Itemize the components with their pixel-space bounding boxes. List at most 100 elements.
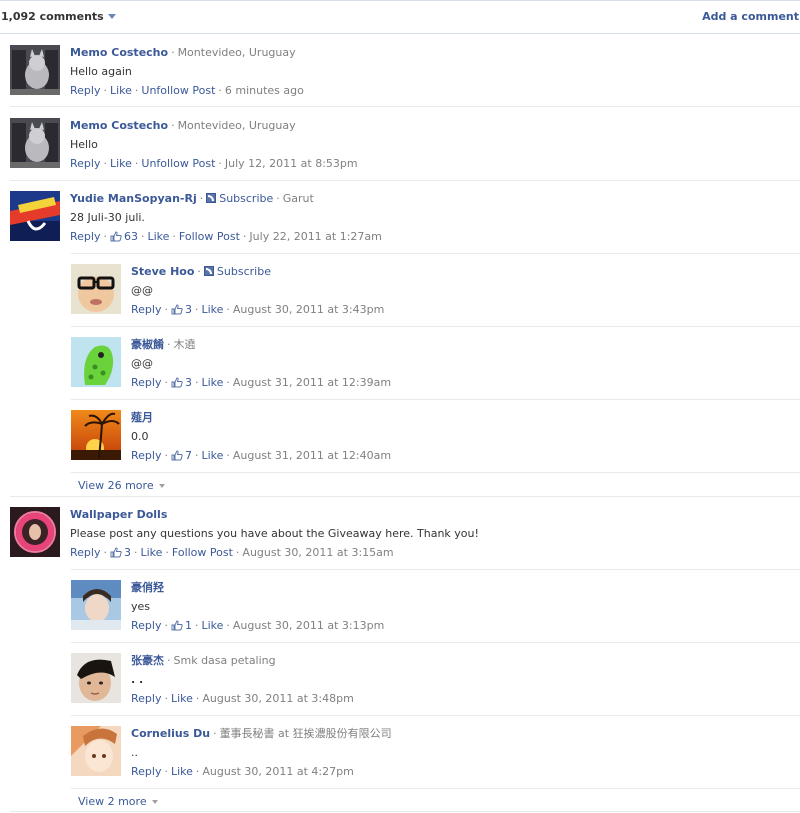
subscribe-link[interactable]: Subscribe (219, 192, 273, 205)
reply-link[interactable]: Reply (70, 546, 100, 559)
author-school: Smk dasa petaling (173, 654, 276, 667)
reply-author[interactable]: Steve Hoo (131, 265, 194, 278)
chevron-down-icon (158, 484, 165, 488)
reply-text: . . (131, 673, 144, 686)
reply-text: @@ (131, 284, 153, 297)
avatar[interactable] (71, 264, 121, 314)
like-count[interactable]: 1 (171, 619, 192, 632)
divider (71, 569, 800, 570)
comment-text: Please post any questions you have about… (70, 527, 479, 540)
like-link[interactable]: Like (147, 230, 169, 243)
reply-link[interactable]: Reply (70, 84, 100, 97)
divider (71, 715, 800, 716)
reply-text: @@ (131, 357, 153, 370)
avatar[interactable] (10, 507, 60, 557)
comment-text: Hello again (70, 65, 132, 78)
like-link[interactable]: Like (201, 303, 223, 316)
reply-timestamp[interactable]: August 30, 2011 at 3:13pm (233, 619, 384, 632)
avatar[interactable] (71, 653, 121, 703)
follow-post-link[interactable]: Follow Post (179, 230, 240, 243)
avatar[interactable] (10, 191, 60, 241)
thumbs-up-icon (171, 620, 183, 631)
like-count[interactable]: 63 (110, 230, 138, 243)
unfollow-post-link[interactable]: Unfollow Post (141, 157, 215, 170)
reply-author[interactable]: 豪俏羟 (131, 581, 164, 594)
reply-timestamp[interactable]: August 30, 2011 at 3:43pm (233, 303, 384, 316)
reply-link[interactable]: Reply (131, 692, 161, 705)
chevron-down-icon (151, 800, 158, 804)
like-count-value: 63 (123, 230, 138, 243)
reply-timestamp[interactable]: August 30, 2011 at 4:27pm (202, 765, 353, 778)
comment-author[interactable]: Memo Costecho (70, 46, 168, 59)
comment-timestamp[interactable]: 6 minutes ago (225, 84, 304, 97)
like-count[interactable]: 3 (110, 546, 131, 559)
add-comment-link[interactable]: Add a comment (702, 10, 799, 23)
reply-timestamp[interactable]: August 30, 2011 at 3:48pm (202, 692, 353, 705)
like-count-value: 3 (184, 303, 192, 316)
avatar[interactable] (10, 118, 60, 168)
thumbs-up-icon (171, 450, 183, 461)
reply-link[interactable]: Reply (131, 303, 161, 316)
follow-post-link[interactable]: Follow Post (172, 546, 233, 559)
like-link[interactable]: Like (201, 619, 223, 632)
like-count-value: 7 (184, 449, 192, 462)
author-location: 木遶 (173, 338, 196, 351)
like-count[interactable]: 3 (171, 376, 192, 389)
view-more-replies-link[interactable]: View 2 more (78, 795, 158, 808)
like-count[interactable]: 7 (171, 449, 192, 462)
view-more-replies-link[interactable]: View 26 more (78, 479, 165, 492)
reply-author[interactable]: Cornelius Du (131, 727, 210, 740)
avatar[interactable] (71, 726, 121, 776)
thumbs-up-icon (171, 377, 183, 388)
divider (10, 180, 800, 181)
comment-text: 28 Juli-30 juli. (70, 211, 145, 224)
reply-text: 0.0 (131, 430, 149, 443)
comment-author[interactable]: Yudie ManSopyan-Rj (70, 192, 197, 205)
divider (71, 326, 800, 327)
reply-link[interactable]: Reply (131, 619, 161, 632)
author-location: Montevideo, Uruguay (177, 46, 296, 59)
subscribe-link[interactable]: Subscribe (217, 265, 271, 278)
divider (71, 399, 800, 400)
author-location: Montevideo, Uruguay (177, 119, 296, 132)
avatar[interactable] (71, 410, 121, 460)
comment-timestamp[interactable]: August 30, 2011 at 3:15am (242, 546, 393, 559)
thumbs-up-icon (110, 231, 122, 242)
reply-author[interactable]: 薤月 (131, 411, 153, 424)
comment-timestamp[interactable]: July 22, 2011 at 1:27am (249, 230, 381, 243)
comment-author[interactable]: Wallpaper Dolls (70, 508, 167, 521)
reply-author[interactable]: 张豪杰 (131, 654, 164, 667)
thumbs-up-icon (171, 304, 183, 315)
rss-icon (203, 266, 214, 276)
avatar[interactable] (10, 45, 60, 95)
reply-link[interactable]: Reply (70, 230, 100, 243)
reply-author[interactable]: 豪椒餚 (131, 338, 164, 351)
reply-timestamp[interactable]: August 31, 2011 at 12:40am (233, 449, 391, 462)
like-link[interactable]: Like (201, 449, 223, 462)
like-link[interactable]: Like (171, 765, 193, 778)
comment-timestamp[interactable]: July 12, 2011 at 8:53pm (225, 157, 358, 170)
like-count-value: 3 (123, 546, 131, 559)
comment-author[interactable]: Memo Costecho (70, 119, 168, 132)
rss-icon (206, 193, 217, 203)
unfollow-post-link[interactable]: Unfollow Post (141, 84, 215, 97)
avatar[interactable] (71, 337, 121, 387)
divider (10, 811, 800, 812)
reply-link[interactable]: Reply (131, 449, 161, 462)
like-count[interactable]: 3 (171, 303, 192, 316)
avatar[interactable] (71, 580, 121, 630)
like-link[interactable]: Like (110, 84, 132, 97)
like-link[interactable]: Like (171, 692, 193, 705)
like-link[interactable]: Like (201, 376, 223, 389)
like-count-value: 3 (184, 376, 192, 389)
like-link[interactable]: Like (140, 546, 162, 559)
reply-text: yes (131, 600, 151, 613)
like-link[interactable]: Like (110, 157, 132, 170)
divider (10, 106, 800, 107)
comment-count-dropdown[interactable]: 1,092 comments (1, 10, 116, 23)
reply-link[interactable]: Reply (131, 376, 161, 389)
view-more-label: View 26 more (78, 479, 154, 492)
reply-link[interactable]: Reply (70, 157, 100, 170)
reply-timestamp[interactable]: August 31, 2011 at 12:39am (233, 376, 391, 389)
reply-link[interactable]: Reply (131, 765, 161, 778)
